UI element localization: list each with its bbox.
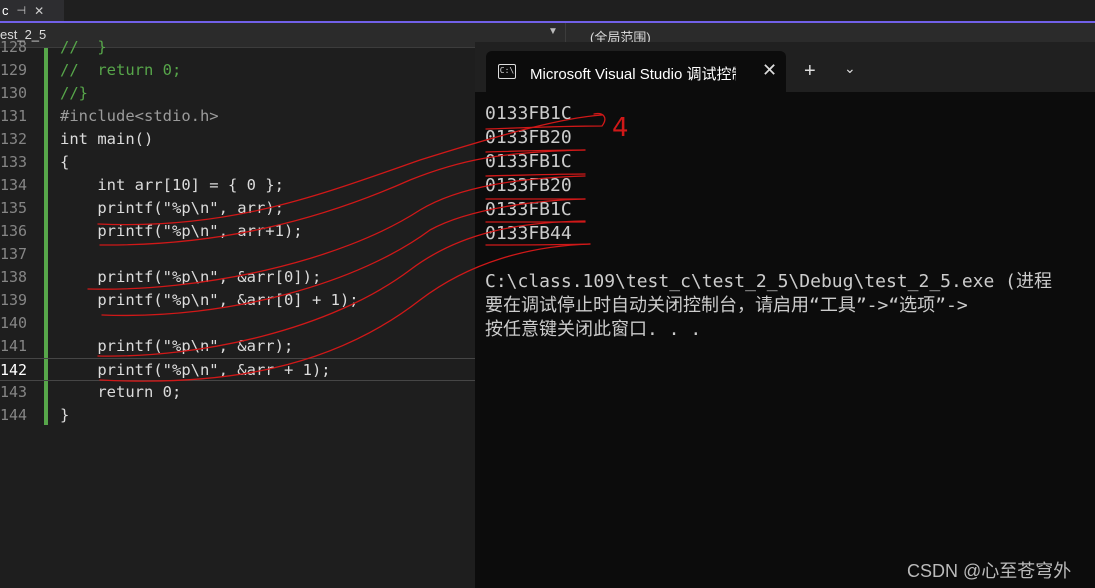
console-window[interactable]: C:\ Microsoft Visual Studio 调试控制台 ✕ + ⌄ … bbox=[475, 42, 1095, 588]
output-line: 0133FB1C bbox=[485, 199, 572, 220]
code-line[interactable]: 134 int arr[10] = { 0 }; bbox=[0, 174, 475, 197]
code-editor[interactable]: 128 // } 129 // return 0; 130 //} 131 #include<… bbox=[0, 38, 475, 588]
close-icon[interactable]: ✕ bbox=[34, 4, 44, 18]
code-line[interactable]: 139 printf("%p\n", &arr[0] + 1); bbox=[0, 289, 475, 312]
new-tab-button[interactable]: + bbox=[804, 60, 816, 83]
code-line[interactable]: 143 return 0; bbox=[0, 381, 475, 404]
line-number: 130 bbox=[0, 84, 28, 102]
output-line: 0133FB1C bbox=[485, 103, 572, 124]
code-line[interactable]: 129 // return 0; bbox=[0, 59, 475, 82]
console-titlebar: C:\ Microsoft Visual Studio 调试控制台 ✕ + ⌄ bbox=[475, 42, 1095, 92]
code-text: } bbox=[60, 406, 70, 424]
code-line[interactable]: 133 { bbox=[0, 151, 475, 174]
document-tab[interactable]: c ⊣ ✕ bbox=[0, 0, 64, 21]
code-line[interactable]: 128 // } bbox=[0, 36, 475, 59]
code-line[interactable]: 142 printf("%p\n", &arr + 1); bbox=[0, 358, 475, 381]
code-text: { bbox=[60, 153, 70, 171]
line-number: 132 bbox=[0, 130, 28, 148]
line-number: 128 bbox=[0, 38, 28, 56]
line-number: 139 bbox=[0, 291, 28, 309]
exit-message: C:\class.109\test_c\test_2_5\Debug\test_… bbox=[485, 271, 1053, 292]
output-line: 0133FB1C bbox=[485, 151, 572, 172]
code-line[interactable]: 136 printf("%p\n", arr+1); bbox=[0, 220, 475, 243]
close-icon[interactable]: ✕ bbox=[762, 60, 777, 81]
line-number: 138 bbox=[0, 268, 28, 286]
code-text: //} bbox=[60, 84, 88, 102]
code-text: // return 0; bbox=[60, 61, 182, 79]
close-prompt: 按任意键关闭此窗口. . . bbox=[485, 319, 702, 340]
line-number: 143 bbox=[0, 383, 28, 401]
code-line[interactable]: 141 printf("%p\n", &arr); bbox=[0, 335, 475, 358]
code-text: printf("%p\n", &arr[0]); bbox=[60, 268, 322, 286]
output-line: 0133FB20 bbox=[485, 175, 572, 196]
line-number: 136 bbox=[0, 222, 28, 240]
line-number: 133 bbox=[0, 153, 28, 171]
console-tab[interactable]: C:\ Microsoft Visual Studio 调试控制台 ✕ bbox=[486, 51, 786, 92]
line-number: 142 bbox=[0, 361, 28, 379]
code-text: return 0; bbox=[60, 383, 182, 401]
code-text: printf("%p\n", &arr + 1); bbox=[60, 361, 331, 379]
line-number: 131 bbox=[0, 107, 28, 125]
console-title: Microsoft Visual Studio 调试控制台 bbox=[530, 66, 736, 83]
code-text: #include<stdio.h> bbox=[60, 107, 219, 125]
line-number: 141 bbox=[0, 337, 28, 355]
hint-message: 要在调试停止时自动关闭控制台，请启用“工具”->“选项”-> bbox=[485, 295, 968, 316]
chevron-down-icon[interactable]: ⌄ bbox=[844, 60, 856, 77]
code-text: int main() bbox=[60, 130, 154, 148]
code-line[interactable]: 130 //} bbox=[0, 82, 475, 105]
code-text: printf("%p\n", arr+1); bbox=[60, 222, 303, 240]
code-line[interactable]: 144} bbox=[0, 404, 475, 427]
line-number: 129 bbox=[0, 61, 28, 79]
line-number: 140 bbox=[0, 314, 28, 332]
document-tab-label: c bbox=[2, 3, 9, 18]
code-line[interactable]: 140 bbox=[0, 312, 475, 335]
chevron-down-icon[interactable]: ▼ bbox=[548, 26, 558, 37]
code-text: // } bbox=[60, 38, 107, 56]
code-line[interactable]: 132 int main() bbox=[0, 128, 475, 151]
code-line[interactable]: 138 printf("%p\n", &arr[0]); bbox=[0, 266, 475, 289]
line-number: 135 bbox=[0, 199, 28, 217]
output-line: 0133FB20 bbox=[485, 127, 572, 148]
code-line[interactable]: 137 bbox=[0, 243, 475, 266]
line-number: 137 bbox=[0, 245, 28, 263]
code-text: int arr[10] = { 0 }; bbox=[60, 176, 284, 194]
code-text: printf("%p\n", &arr); bbox=[60, 337, 294, 355]
pin-icon[interactable]: ⊣ bbox=[17, 4, 27, 17]
code-line[interactable]: 135 printf("%p\n", arr); bbox=[0, 197, 475, 220]
code-text: printf("%p\n", &arr[0] + 1); bbox=[60, 291, 359, 309]
document-tab-bar: c ⊣ ✕ bbox=[0, 0, 1095, 23]
code-text: printf("%p\n", arr); bbox=[60, 199, 284, 217]
terminal-icon: C:\ bbox=[498, 64, 516, 79]
line-number: 144 bbox=[0, 406, 28, 424]
line-number: 134 bbox=[0, 176, 28, 194]
code-line[interactable]: 131 #include<stdio.h> bbox=[0, 105, 475, 128]
watermark: CSDN @心至苍穹外 bbox=[907, 561, 1072, 581]
output-line: 0133FB44 bbox=[485, 223, 572, 244]
